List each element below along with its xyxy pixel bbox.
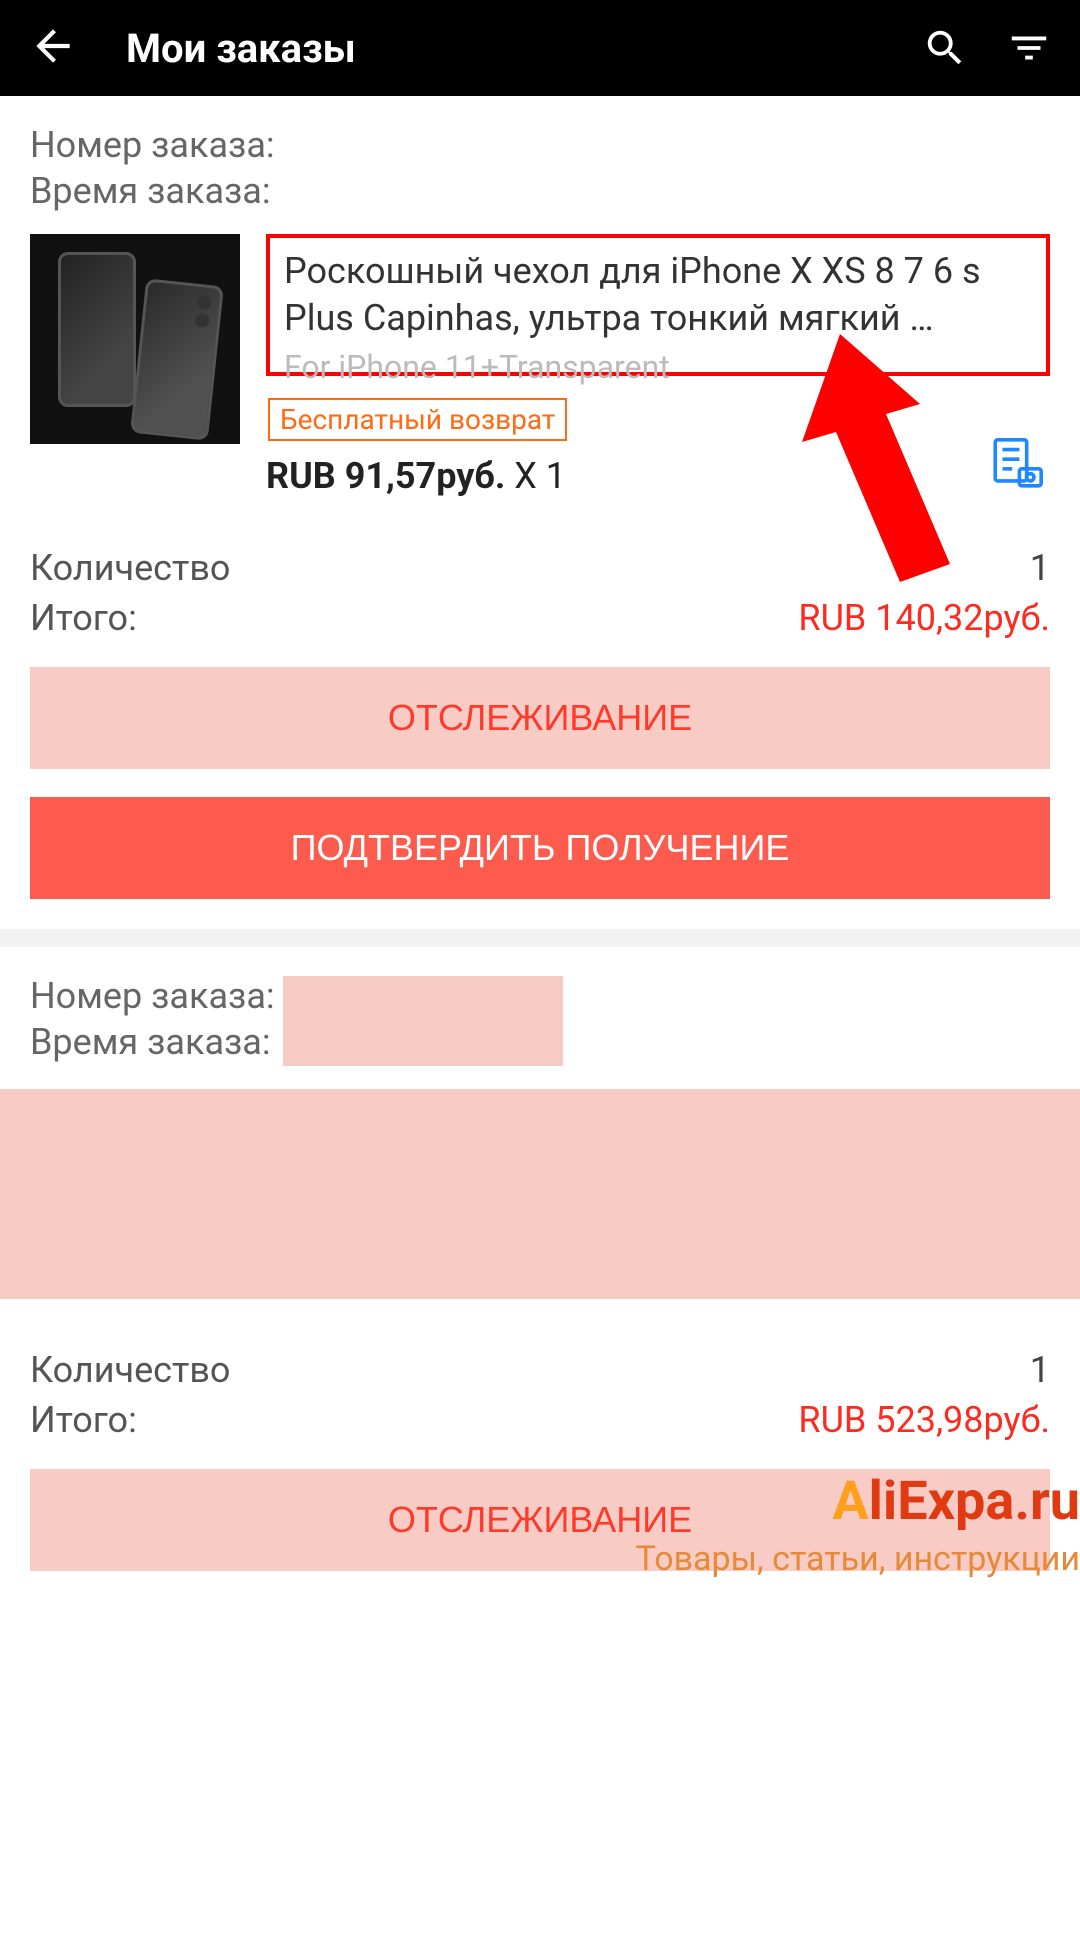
- total-label: Итого:: [30, 1399, 137, 1441]
- order-card: Номер заказа: Время заказа: Количество 1…: [0, 947, 1080, 1601]
- product-info: Роскошный чехол для iPhone X XS 8 7 6 s …: [240, 234, 1050, 497]
- qty-label: Количество: [30, 547, 230, 589]
- receipt-icon[interactable]: [988, 435, 1046, 497]
- qty-value: 1: [1030, 1349, 1050, 1391]
- redacted-product-block: [0, 1089, 1080, 1299]
- order-card: Номер заказа: Время заказа: Роскошный че…: [0, 96, 1080, 929]
- order-time-label: Время заказа:: [30, 170, 1050, 212]
- redacted-block: [283, 976, 563, 1066]
- search-icon[interactable]: [922, 25, 968, 71]
- qty-value: 1: [1030, 547, 1050, 589]
- app-header: Мои заказы: [0, 0, 1080, 96]
- filter-icon[interactable]: [1006, 25, 1052, 71]
- order-time-label: Время заказа:: [30, 1021, 275, 1063]
- total-value: RUB 140,32руб.: [798, 597, 1050, 639]
- price-qty: X 1: [505, 455, 566, 497]
- confirm-receipt-button[interactable]: ПОДТВЕРДИТЬ ПОЛУЧЕНИЕ: [30, 797, 1050, 899]
- product-variant: For iPhone 11+Transparent: [284, 348, 1050, 386]
- track-button[interactable]: ОТСЛЕЖИВАНИЕ: [30, 667, 1050, 769]
- price-line: RUB 91,57руб. X 1: [266, 455, 1050, 497]
- total-value: RUB 523,98руб.: [798, 1399, 1050, 1441]
- total-label: Итого:: [30, 597, 137, 639]
- order-number-label: Номер заказа:: [30, 124, 1050, 166]
- page-title: Мои заказы: [126, 25, 884, 72]
- section-divider: [0, 929, 1080, 947]
- back-icon[interactable]: [28, 21, 78, 75]
- qty-label: Количество: [30, 1349, 230, 1391]
- product-image[interactable]: [30, 234, 240, 444]
- order-number-label: Номер заказа:: [30, 975, 275, 1017]
- price-value: RUB 91,57руб.: [266, 455, 505, 497]
- product-row[interactable]: Роскошный чехол для iPhone X XS 8 7 6 s …: [30, 234, 1050, 497]
- free-return-badge: Бесплатный возврат: [268, 398, 567, 441]
- order-summary: Количество 1 Итого: RUB 523,98руб.: [30, 1349, 1050, 1441]
- track-button[interactable]: ОТСЛЕЖИВАНИЕ: [30, 1469, 1050, 1571]
- order-summary: Количество 1 Итого: RUB 140,32руб.: [30, 547, 1050, 639]
